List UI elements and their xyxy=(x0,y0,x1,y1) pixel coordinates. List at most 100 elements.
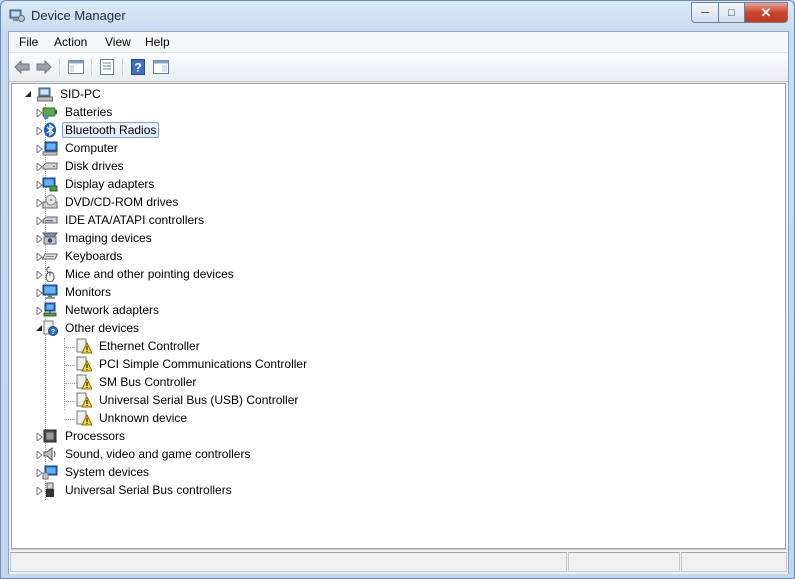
expand-triangle-icon[interactable] xyxy=(35,126,44,135)
device-tree[interactable]: SID-PC Batteries Bluetooth Radios Comput… xyxy=(11,83,786,549)
tree-item-label: Monitors xyxy=(65,285,112,299)
expand-triangle-icon[interactable] xyxy=(35,144,44,153)
close-button[interactable]: ✕ xyxy=(745,2,788,23)
menu-action[interactable]: Action xyxy=(54,35,87,49)
tree-item-label: Computer xyxy=(65,141,118,155)
battery-icon xyxy=(42,104,58,120)
collapse-triangle-icon[interactable] xyxy=(35,324,44,333)
expand-triangle-icon[interactable] xyxy=(35,198,44,207)
status-pane-main xyxy=(10,552,567,572)
tree-item-keyboards[interactable]: Keyboards xyxy=(32,247,125,265)
tree-item-processors[interactable]: Processors xyxy=(32,427,128,445)
device-manager-window: Device Manager ─ □ ✕ File Action View He… xyxy=(0,0,795,579)
minimize-icon: ─ xyxy=(701,6,709,19)
expand-triangle-icon[interactable] xyxy=(35,234,44,243)
expand-triangle-icon[interactable] xyxy=(35,162,44,171)
maximize-button[interactable]: □ xyxy=(719,2,745,23)
tree-connector xyxy=(65,347,75,348)
expand-triangle-icon[interactable] xyxy=(35,252,44,261)
toolbar: ? xyxy=(9,53,788,82)
computer-icon xyxy=(42,140,58,156)
tree-item-label: Universal Serial Bus controllers xyxy=(65,483,232,497)
show-action-pane-button[interactable] xyxy=(152,58,170,76)
tree-item-universal-serial-bus-controllers[interactable]: Universal Serial Bus controllers xyxy=(32,481,235,499)
svg-text:?: ? xyxy=(134,61,141,75)
show-hide-console-tree-button[interactable] xyxy=(67,58,85,76)
svg-text:?: ? xyxy=(51,329,55,336)
tree-item-network-adapters[interactable]: Network adapters xyxy=(32,301,162,319)
tree-item-label: DVD/CD-ROM drives xyxy=(65,195,179,209)
speaker-icon xyxy=(42,446,58,462)
processor-icon xyxy=(42,428,58,444)
title-bar[interactable]: Device Manager ─ □ ✕ xyxy=(1,1,794,31)
tree-item-sm-bus-controller[interactable]: SM Bus Controller xyxy=(76,373,199,391)
collapse-triangle-icon[interactable] xyxy=(24,90,33,99)
tree-item-label: Network adapters xyxy=(65,303,160,317)
tree-item-label: Sound, video and game controllers xyxy=(65,447,251,461)
tree-item-label: Display adapters xyxy=(65,177,155,191)
tree-item-label: Unknown device xyxy=(99,411,188,425)
tree-item-bluetooth-radios[interactable]: Bluetooth Radios xyxy=(32,121,160,139)
bluetooth-icon xyxy=(42,122,58,138)
tree-connector xyxy=(65,419,75,420)
device-manager-app-icon[interactable] xyxy=(9,7,25,23)
minimize-button[interactable]: ─ xyxy=(691,2,719,23)
unknown-device-warning-icon xyxy=(76,410,92,426)
help-icon: ? xyxy=(131,59,145,75)
expand-triangle-icon[interactable] xyxy=(35,288,44,297)
expand-triangle-icon[interactable] xyxy=(35,306,44,315)
window-title: Device Manager xyxy=(31,8,126,23)
maximize-icon: □ xyxy=(728,6,735,19)
tree-item-universal-serial-bus-usb-controller[interactable]: Universal Serial Bus (USB) Controller xyxy=(76,391,301,409)
tree-item-imaging-devices[interactable]: Imaging devices xyxy=(32,229,155,247)
tree-item-label: System devices xyxy=(65,465,150,479)
properties-button[interactable] xyxy=(98,58,116,76)
usb-icon xyxy=(42,482,58,498)
tree-item-mice-and-other-pointing-devices[interactable]: Mice and other pointing devices xyxy=(32,265,237,283)
tree-item-other-devices[interactable]: ? Other devices xyxy=(32,319,142,337)
status-pane-secondary xyxy=(568,552,680,572)
tree-item-label: Keyboards xyxy=(65,249,123,263)
expand-triangle-icon[interactable] xyxy=(35,180,44,189)
tree-connector xyxy=(65,383,75,384)
tree-item-system-devices[interactable]: System devices xyxy=(32,463,152,481)
forward-button[interactable] xyxy=(35,58,53,76)
unknown-device-warning-icon xyxy=(76,392,92,408)
expand-triangle-icon[interactable] xyxy=(35,270,44,279)
tree-item-sound-video-and-game-controllers[interactable]: Sound, video and game controllers xyxy=(32,445,253,463)
expand-triangle-icon[interactable] xyxy=(35,108,44,117)
expand-triangle-icon[interactable] xyxy=(35,450,44,459)
disk-drive-icon xyxy=(42,158,58,174)
back-arrow-icon xyxy=(14,60,30,74)
help-button[interactable]: ? xyxy=(129,58,147,76)
tree-connector xyxy=(65,365,75,366)
tree-item-ethernet-controller[interactable]: Ethernet Controller xyxy=(76,337,203,355)
menu-file[interactable]: File xyxy=(19,35,38,49)
tree-item-dvd-cd-rom-drives[interactable]: DVD/CD-ROM drives xyxy=(32,193,181,211)
tree-item-batteries[interactable]: Batteries xyxy=(32,103,115,121)
expand-triangle-icon[interactable] xyxy=(35,432,44,441)
back-button[interactable] xyxy=(13,58,31,76)
tree-item-monitors[interactable]: Monitors xyxy=(32,283,114,301)
menu-bar: File Action View Help xyxy=(9,32,788,53)
tree-item-display-adapters[interactable]: Display adapters xyxy=(32,175,157,193)
tree-item-disk-drives[interactable]: Disk drives xyxy=(32,157,127,175)
expand-triangle-icon[interactable] xyxy=(35,486,44,495)
tree-item-label: SM Bus Controller xyxy=(99,375,197,389)
menu-view[interactable]: View xyxy=(105,35,131,49)
computer-root-icon xyxy=(37,86,53,102)
expand-triangle-icon[interactable] xyxy=(35,468,44,477)
expand-triangle-icon[interactable] xyxy=(35,216,44,225)
status-pane-tertiary xyxy=(681,552,787,572)
tree-item-label: Batteries xyxy=(65,105,113,119)
mouse-icon xyxy=(42,266,58,282)
tree-item-ide-ata-atapi-controllers[interactable]: IDE ATA/ATAPI controllers xyxy=(32,211,207,229)
network-adapter-icon xyxy=(42,302,58,318)
tree-item-label: Bluetooth Radios xyxy=(62,122,160,138)
menu-help[interactable]: Help xyxy=(145,35,170,49)
tree-item-computer[interactable]: Computer xyxy=(32,139,121,157)
unknown-device-warning-icon xyxy=(76,356,92,372)
tree-item-pci-simple-communications-controller[interactable]: PCI Simple Communications Controller xyxy=(76,355,310,373)
tree-item-unknown-device[interactable]: Unknown device xyxy=(76,409,190,427)
tree-root-node[interactable]: SID-PC xyxy=(17,85,104,103)
